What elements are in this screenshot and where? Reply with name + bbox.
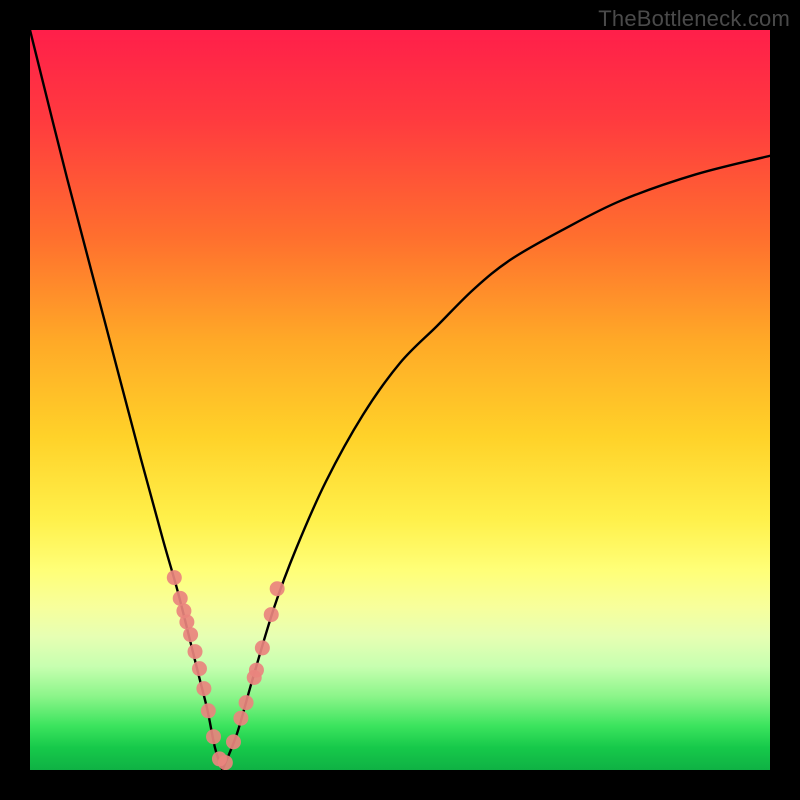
data-point [183,627,198,642]
data-point-layer [30,30,770,770]
data-point [188,644,203,659]
data-point [249,663,264,678]
scatter-markers [167,570,285,770]
data-point [233,711,248,726]
plot-area [30,30,770,770]
data-point [226,734,241,749]
data-point [167,570,182,585]
data-point [239,695,254,710]
data-point [206,729,221,744]
data-point [264,607,279,622]
data-point [196,681,211,696]
data-point [201,703,216,718]
stage: TheBottleneck.com [0,0,800,800]
data-point [218,755,233,770]
data-point [270,581,285,596]
data-point [192,661,207,676]
watermark-text: TheBottleneck.com [598,6,790,32]
data-point [255,640,270,655]
